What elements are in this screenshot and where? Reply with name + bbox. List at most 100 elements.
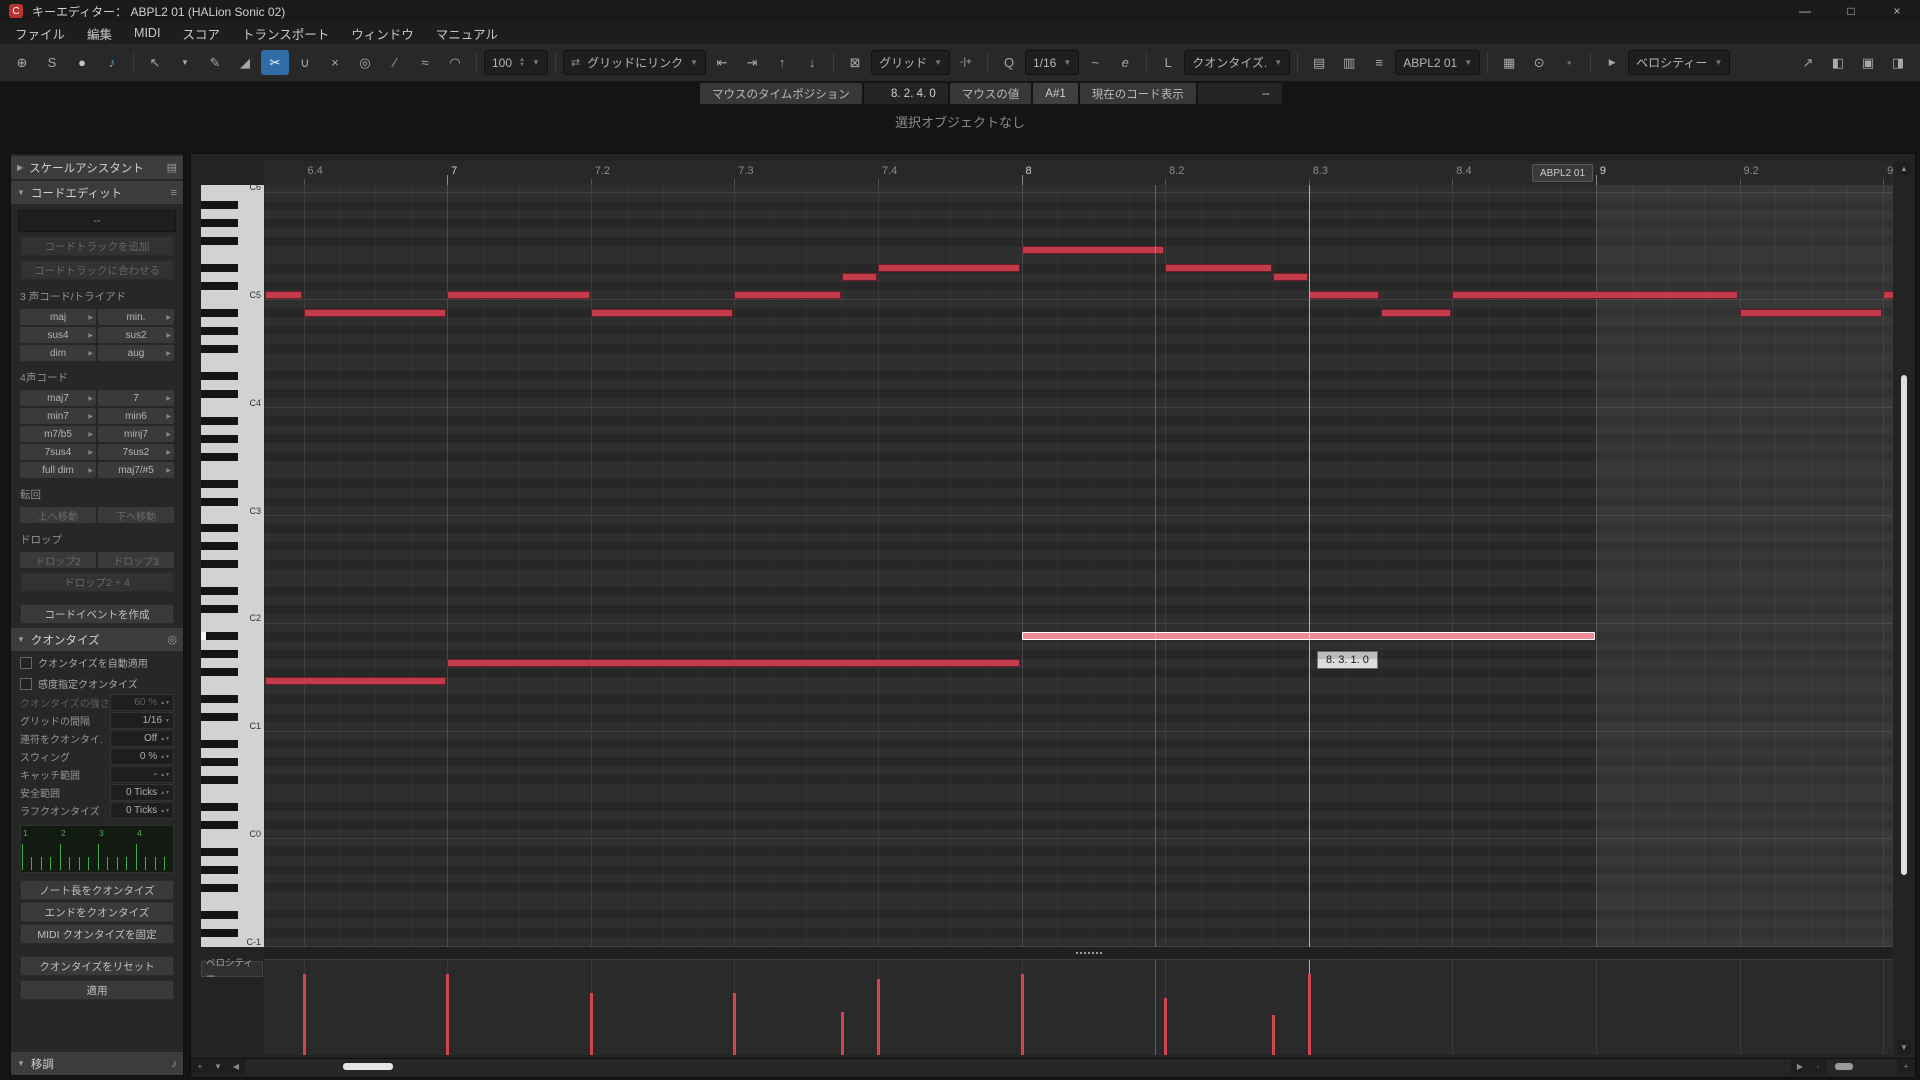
piano-key[interactable] <box>201 695 264 704</box>
triad-chord-button[interactable]: aug▶ <box>98 345 174 361</box>
piano-key[interactable] <box>201 686 264 695</box>
section-chord-edit[interactable]: ▼ コードエディット ≡ <box>11 181 183 204</box>
piano-key[interactable] <box>201 210 264 219</box>
four-note-chord-button[interactable]: 7sus2▶ <box>98 444 174 460</box>
velocity-lane-label[interactable]: ベロシティー <box>201 961 263 977</box>
piano-key[interactable] <box>201 380 264 389</box>
piano-key[interactable] <box>201 919 264 928</box>
piano-key[interactable] <box>201 883 264 892</box>
open-in-window-icon[interactable]: ↗ <box>1794 50 1822 75</box>
piano-key[interactable] <box>201 596 264 605</box>
apply-quantize-button[interactable]: 適用 <box>20 980 174 1000</box>
acoustic-feedback-button[interactable]: ♪ <box>98 50 126 75</box>
midi-note[interactable] <box>265 677 446 685</box>
event-color-icon[interactable]: ▶ <box>1598 50 1626 75</box>
piano-key[interactable] <box>201 255 264 264</box>
horizontal-scrollbar[interactable]: + ▼ ◀ ▶ - + <box>191 1058 1915 1074</box>
piano-key[interactable] <box>201 560 264 569</box>
four-note-chord-button[interactable]: min6▶ <box>98 408 174 424</box>
insert-velocity-field[interactable]: 100 ▲▼ ▼ <box>484 50 548 75</box>
left-zone-toggle-icon[interactable]: ◧ <box>1824 50 1852 75</box>
four-note-chord-button[interactable]: maj7/#5▶ <box>98 462 174 478</box>
velocity-bar[interactable] <box>877 979 880 1055</box>
piano-key[interactable] <box>201 452 264 461</box>
piano-key[interactable] <box>201 479 264 488</box>
piano-key[interactable] <box>201 551 264 560</box>
midi-note[interactable] <box>1740 309 1883 317</box>
four-note-chord-button[interactable]: 7▶ <box>98 390 174 406</box>
piano-key[interactable] <box>201 335 264 344</box>
four-note-chord-button[interactable]: minj7▶ <box>98 426 174 442</box>
timeline-ruler[interactable]: ABPL2 01 6.477.27.37.488.28.38.499.29.3 <box>264 161 1893 186</box>
menu-item[interactable]: スコア <box>171 22 231 44</box>
setting-value-field[interactable]: 0 %▲▼ <box>110 748 174 765</box>
midi-note[interactable] <box>1309 291 1380 299</box>
four-note-chord-button[interactable]: full dim▶ <box>20 462 96 478</box>
midi-note[interactable] <box>591 309 734 317</box>
inversion-button[interactable]: 下へ移動 <box>98 507 174 523</box>
curve-tool[interactable]: ◠ <box>441 50 469 75</box>
piano-key[interactable] <box>201 632 264 641</box>
menu-item[interactable]: ウィンドウ <box>340 22 425 44</box>
four-note-chord-button[interactable]: 7sus4▶ <box>20 444 96 460</box>
create-chord-event-button[interactable]: コードイベントを作成 <box>20 604 174 624</box>
piano-key[interactable] <box>201 865 264 874</box>
piano-key[interactable] <box>201 659 264 668</box>
drop-button[interactable]: ドロップ3 <box>98 552 174 568</box>
iterative-quantize-checkbox[interactable] <box>20 678 32 690</box>
selection-tool-dropdown-icon[interactable]: ▼ <box>171 50 199 75</box>
piano-key[interactable] <box>201 838 264 847</box>
piano-key[interactable] <box>201 542 264 551</box>
piano-key[interactable] <box>201 273 264 282</box>
inversion-button[interactable]: 上へ移動 <box>20 507 96 523</box>
piano-key[interactable] <box>201 793 264 802</box>
piano-key[interactable] <box>201 308 264 317</box>
part-badge[interactable]: ABPL2 01 <box>1532 164 1593 182</box>
chevron-down-icon[interactable]: ▼ <box>165 718 170 724</box>
piano-key[interactable] <box>201 668 264 677</box>
auto-apply-quantize-checkbox[interactable] <box>20 657 32 669</box>
piano-key[interactable] <box>201 515 264 524</box>
piano-key[interactable] <box>201 425 264 434</box>
midi-note[interactable] <box>447 291 590 299</box>
swing-icon[interactable]: ~ <box>1081 50 1109 75</box>
trim-tool[interactable]: ◢ <box>231 50 259 75</box>
object-selection-tool[interactable]: ↖ <box>141 50 169 75</box>
piano-key[interactable] <box>201 623 264 632</box>
stepper-icon[interactable]: ▲▼ <box>160 808 170 814</box>
piano-key[interactable] <box>201 192 264 201</box>
piano-key[interactable] <box>201 757 264 766</box>
line-tool[interactable]: ∕ <box>381 50 409 75</box>
piano-key[interactable] <box>201 416 264 425</box>
stepper-icon[interactable]: ▲▼ <box>160 772 170 778</box>
velocity-bar[interactable] <box>590 993 593 1055</box>
zoom-out-icon[interactable]: - <box>1809 1059 1827 1074</box>
triad-chord-button[interactable]: sus2▶ <box>98 327 174 343</box>
triad-chord-button[interactable]: maj▶ <box>20 309 96 325</box>
velocity-bar[interactable] <box>446 974 449 1055</box>
close-button[interactable]: × <box>1874 0 1920 22</box>
setting-value-field[interactable]: -▲▼ <box>110 766 174 783</box>
nudge-left-icon[interactable]: ⇤ <box>708 50 736 75</box>
right-zone-toggle-icon[interactable]: ◨ <box>1884 50 1912 75</box>
piano-key[interactable] <box>201 264 264 273</box>
menu-item[interactable]: 編集 <box>76 22 123 44</box>
piano-key[interactable] <box>201 362 264 371</box>
triad-chord-button[interactable]: min.▶ <box>98 309 174 325</box>
triad-chord-button[interactable]: dim▶ <box>20 345 96 361</box>
split-tool[interactable]: ✂ <box>261 50 289 75</box>
scroll-right-icon[interactable]: ▶ <box>1791 1059 1809 1074</box>
piano-key[interactable] <box>201 488 264 497</box>
glue-tool[interactable]: ∪ <box>291 50 319 75</box>
setting-value-field[interactable]: 60 %▲▼ <box>110 694 174 711</box>
piano-keyboard[interactable]: C6C5C4C3C2C1C0C-1 <box>201 185 264 947</box>
piano-key[interactable] <box>201 317 264 326</box>
piano-key[interactable] <box>201 228 264 237</box>
zoom-in-icon[interactable]: + <box>1897 1059 1915 1074</box>
piano-key[interactable] <box>201 201 264 210</box>
vscroll-thumb[interactable] <box>1901 375 1907 875</box>
length-quantize-select[interactable]: クオンタイズ. ▼ <box>1184 50 1290 75</box>
maximize-button[interactable]: □ <box>1828 0 1874 22</box>
midi-note[interactable] <box>1883 291 1893 299</box>
record-in-editor-button[interactable]: ● <box>68 50 96 75</box>
